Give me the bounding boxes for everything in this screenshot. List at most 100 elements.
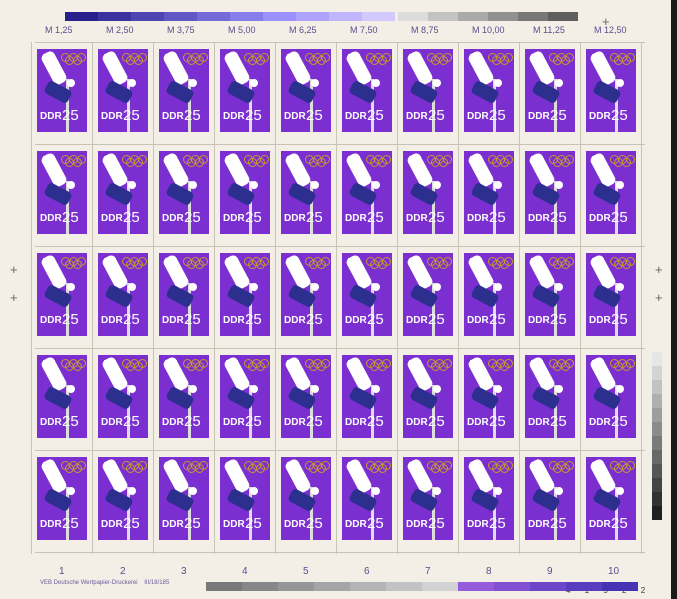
crop-mark-left-2: +	[10, 290, 18, 305]
gymnast-head	[433, 283, 441, 291]
stamp-country: DDR	[223, 417, 245, 428]
stamp: DDR 25	[464, 151, 514, 234]
gymnast-head	[311, 283, 319, 291]
gauge-step	[652, 464, 662, 478]
perforation-row	[35, 144, 645, 145]
stamp-country: DDR	[589, 417, 611, 428]
gymnast-head	[372, 79, 380, 87]
gymnast-head	[67, 79, 75, 87]
stamp-country: DDR	[406, 315, 428, 326]
stamp: DDR 25	[342, 355, 392, 438]
gymnast-head	[494, 181, 502, 189]
stamp-value: 25	[184, 107, 201, 124]
value-label: M 12,50	[594, 25, 627, 35]
value-label: M 2,50	[106, 25, 134, 35]
gymnast-head	[555, 385, 563, 393]
stamp-value: 25	[611, 311, 628, 328]
bar-pole	[127, 79, 130, 132]
olympic-rings-icon	[244, 53, 269, 65]
stamp-value: 25	[367, 311, 384, 328]
stamp-country: DDR	[223, 315, 245, 326]
perforation-col	[580, 42, 581, 554]
stamp-country: DDR	[284, 315, 306, 326]
stamp-country: DDR	[223, 213, 245, 224]
perforation-col	[397, 42, 398, 554]
stamp-value: 25	[550, 515, 567, 532]
olympic-rings-icon	[61, 53, 86, 65]
color-bar-bottom	[206, 582, 638, 591]
crop-mark-top: +	[602, 14, 610, 29]
stamp-sheet: M 1,25 M 2,50 M 3,75 M 5,00 M 6,25 M 7,50 M 8,…	[0, 0, 677, 599]
olympic-rings-icon	[488, 461, 513, 473]
gymnast-head	[555, 487, 563, 495]
olympic-rings-icon	[549, 53, 574, 65]
stamp-value: 25	[184, 413, 201, 430]
perforation-col	[519, 42, 520, 554]
column-number: 9	[547, 566, 553, 577]
stamp-value: 25	[123, 107, 140, 124]
bar-pole	[127, 385, 130, 438]
gray-bar-segment	[488, 12, 518, 21]
gymnast-head	[189, 385, 197, 393]
stamp: DDR 25	[220, 457, 270, 540]
stamp-value: 25	[367, 107, 384, 124]
stamp-country: DDR	[223, 111, 245, 122]
olympic-rings-icon	[366, 461, 391, 473]
gymnast-head	[433, 181, 441, 189]
olympic-rings-icon	[122, 257, 147, 269]
olympic-rings-icon	[427, 359, 452, 371]
bar-pole	[310, 79, 313, 132]
bar-pole	[493, 385, 496, 438]
stamp-value: 25	[123, 311, 140, 328]
olympic-rings-icon	[183, 359, 208, 371]
olympic-rings-icon	[549, 359, 574, 371]
perforation-col	[458, 42, 459, 554]
stamp: DDR 25	[37, 151, 87, 234]
bar-pole	[310, 385, 313, 438]
stamp-value: 25	[550, 311, 567, 328]
gymnast-head	[616, 283, 624, 291]
bar-pole	[371, 181, 374, 234]
bar-pole	[66, 283, 69, 336]
color-bar-segment	[362, 12, 395, 21]
bar-pole	[493, 283, 496, 336]
stamp-country: DDR	[162, 519, 184, 530]
stamp: DDR 25	[403, 355, 453, 438]
stamp: DDR 25	[220, 355, 270, 438]
stamp-value: 25	[489, 413, 506, 430]
olympic-rings-icon	[61, 461, 86, 473]
olympic-rings-icon	[61, 155, 86, 167]
crop-mark-right-1: +	[655, 262, 663, 277]
stamp: DDR 25	[281, 49, 331, 132]
olympic-rings-icon	[305, 359, 330, 371]
olympic-rings-icon	[366, 155, 391, 167]
stamp-country: DDR	[467, 111, 489, 122]
value-label: M 1,25	[45, 25, 73, 35]
stamp-value: 25	[62, 413, 79, 430]
gymnast-head	[555, 283, 563, 291]
stamp-value: 25	[123, 413, 140, 430]
bar-pole	[554, 283, 557, 336]
stamp-value: 25	[428, 515, 445, 532]
stamp-country: DDR	[528, 315, 550, 326]
stamp-value: 25	[489, 107, 506, 124]
stamp-value: 25	[306, 107, 323, 124]
stamp-country: DDR	[40, 213, 62, 224]
bar-pole	[188, 487, 191, 540]
olympic-rings-icon	[244, 155, 269, 167]
stamp-value: 25	[428, 107, 445, 124]
stamp: DDR 25	[586, 49, 636, 132]
stamp: DDR 25	[281, 457, 331, 540]
gymnast-head	[128, 283, 136, 291]
bar-pole	[432, 283, 435, 336]
gray-bar-segment	[518, 12, 548, 21]
stamp-value: 25	[428, 209, 445, 226]
value-label: M 11,25	[533, 25, 565, 35]
bottom-bar-segment	[206, 582, 242, 591]
bottom-bar-segment	[278, 582, 314, 591]
color-bar-segment	[230, 12, 263, 21]
olympic-rings-icon	[366, 53, 391, 65]
olympic-rings-icon	[61, 359, 86, 371]
stamp-country: DDR	[467, 417, 489, 428]
stamp-value: 25	[428, 413, 445, 430]
